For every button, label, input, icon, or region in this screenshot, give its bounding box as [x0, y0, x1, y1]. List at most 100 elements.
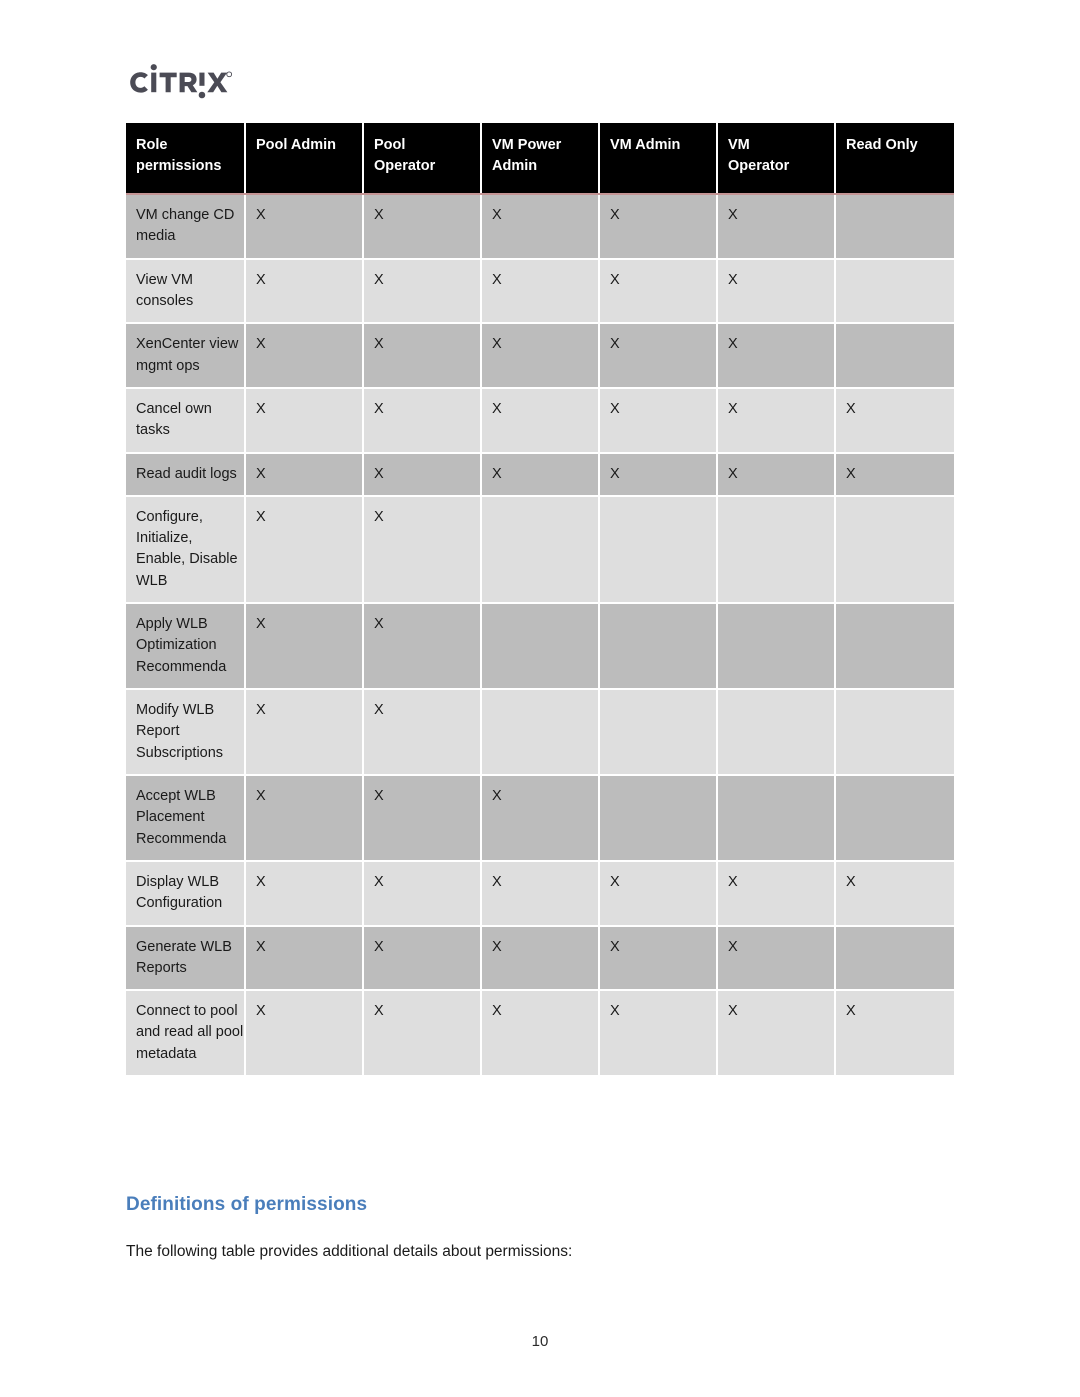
permission-cell: X: [363, 323, 482, 389]
permission-cell: X: [245, 774, 364, 862]
section-paragraph: The following table provides additional …: [126, 1243, 573, 1260]
permission-cell: X: [717, 194, 836, 260]
permission-cell: X: [599, 990, 718, 1078]
permission-label: XenCenter view mgmt ops: [126, 323, 246, 389]
permission-cell: [481, 689, 600, 776]
permission-cell: X: [481, 925, 600, 992]
permission-cell: X: [599, 323, 718, 389]
permission-cell: X: [245, 258, 364, 325]
column-header-vm-admin: VM Admin: [599, 123, 718, 196]
permission-label: Configure, Initialize, Enable, Disable W…: [126, 495, 246, 605]
permission-label: Accept WLB Placement Recommenda: [126, 774, 246, 862]
permission-cell: X: [245, 689, 364, 776]
permission-cell: [835, 925, 954, 992]
column-header-read-only: Read Only: [835, 123, 954, 196]
table-header-row: Role permissions Pool Admin Pool Operator …: [126, 123, 954, 196]
page-number: 10: [531, 1333, 549, 1350]
permission-label: Modify WLB Report Subscriptions: [126, 689, 246, 776]
permission-cell: X: [717, 925, 836, 992]
table-row: Read audit logs X X X X X X: [126, 452, 954, 497]
permission-cell: [835, 774, 954, 862]
permission-cell: X: [481, 387, 600, 454]
permission-label: Generate WLB Reports: [126, 925, 246, 992]
permission-label: Display WLB Configuration: [126, 860, 246, 927]
permission-cell: X: [717, 323, 836, 389]
permission-cell: X: [599, 452, 718, 497]
column-header-role-permissions: Role permissions: [126, 123, 246, 196]
permission-cell: X: [481, 258, 600, 325]
permission-cell: X: [717, 452, 836, 497]
citrix-logo: [126, 58, 232, 106]
permission-cell: [835, 194, 954, 260]
permission-cell: X: [481, 452, 600, 497]
permission-cell: X: [481, 194, 600, 260]
permission-label: View VM consoles: [126, 258, 246, 325]
permission-cell: [835, 689, 954, 776]
permission-cell: X: [835, 387, 954, 454]
permission-cell: X: [599, 387, 718, 454]
permission-cell: [717, 603, 836, 691]
permission-cell: X: [717, 860, 836, 927]
permission-label: Read audit logs: [126, 452, 246, 497]
permission-cell: X: [245, 990, 364, 1078]
permission-cell: X: [599, 194, 718, 260]
permission-cell: [835, 258, 954, 325]
permission-cell: [481, 603, 600, 691]
table-header: Role permissions Pool Admin Pool Operator …: [126, 123, 954, 196]
permission-cell: X: [245, 194, 364, 260]
permission-cell: [599, 689, 718, 776]
table-row: Cancel own tasks X X X X X X: [126, 387, 954, 454]
permission-cell: X: [245, 603, 364, 691]
permission-cell: X: [835, 990, 954, 1078]
table-row: Connect to pool and read all pool metada…: [126, 990, 954, 1078]
permission-cell: X: [363, 774, 482, 862]
table-row: Configure, Initialize, Enable, Disable W…: [126, 495, 954, 605]
permission-cell: X: [363, 689, 482, 776]
column-header-vm-operator: VM Operator: [717, 123, 836, 196]
permission-cell: X: [363, 603, 482, 691]
table-row: Generate WLB Reports X X X X X: [126, 925, 954, 992]
permission-cell: X: [363, 258, 482, 325]
permission-cell: X: [481, 323, 600, 389]
table-row: View VM consoles X X X X X: [126, 258, 954, 325]
column-header-pool-operator: Pool Operator: [363, 123, 482, 196]
table-row: Display WLB Configuration X X X X X X: [126, 860, 954, 927]
column-header-pool-admin: Pool Admin: [245, 123, 364, 196]
role-permissions-table: Role permissions Pool Admin Pool Operator …: [126, 123, 954, 1078]
permission-cell: X: [245, 925, 364, 992]
permission-cell: [717, 495, 836, 605]
permission-label: VM change CD media: [126, 194, 246, 260]
permission-cell: [717, 774, 836, 862]
permission-cell: [835, 603, 954, 691]
permission-cell: X: [245, 387, 364, 454]
permission-cell: X: [363, 194, 482, 260]
permission-cell: X: [481, 860, 600, 927]
permission-label: Apply WLB Optimization Recommenda: [126, 603, 246, 691]
permission-cell: X: [245, 323, 364, 389]
permission-cell: X: [363, 452, 482, 497]
permission-cell: X: [599, 860, 718, 927]
permission-cell: X: [481, 774, 600, 862]
table-row: VM change CD media X X X X X: [126, 194, 954, 260]
permission-cell: X: [363, 387, 482, 454]
permission-cell: [717, 689, 836, 776]
table-row: Accept WLB Placement Recommenda X X X: [126, 774, 954, 862]
permission-cell: X: [245, 860, 364, 927]
permission-label: Cancel own tasks: [126, 387, 246, 454]
permission-cell: X: [245, 495, 364, 605]
table-row: Apply WLB Optimization Recommenda X X: [126, 603, 954, 691]
permission-cell: X: [363, 860, 482, 927]
permission-cell: X: [363, 990, 482, 1078]
permission-cell: [599, 495, 718, 605]
permission-cell: X: [717, 387, 836, 454]
permission-label: Connect to pool and read all pool metada…: [126, 990, 246, 1078]
table-row: Modify WLB Report Subscriptions X X: [126, 689, 954, 776]
permission-cell: [835, 495, 954, 605]
permission-cell: X: [835, 452, 954, 497]
permission-cell: [599, 774, 718, 862]
permission-cell: X: [481, 990, 600, 1078]
permission-cell: X: [245, 452, 364, 497]
section-heading-definitions-of-permissions: Definitions of permissions: [126, 1194, 368, 1215]
permission-cell: X: [717, 990, 836, 1078]
citrix-logo-mark: [130, 64, 232, 99]
